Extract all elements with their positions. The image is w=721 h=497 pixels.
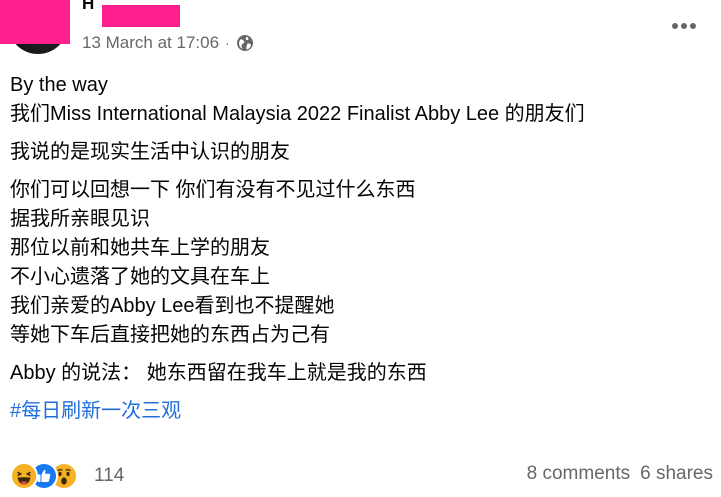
post-line-1: By the way <box>10 74 108 96</box>
meta-separator: · <box>225 35 230 51</box>
hashtag-link[interactable]: #每日刷新一次三观 <box>10 400 181 422</box>
redaction-block-avatar <box>0 0 70 44</box>
facebook-post: H 13 March at 17:06 · By the way 我们Miss … <box>0 0 721 497</box>
redaction-block-name <box>102 5 180 27</box>
post-timestamp[interactable]: 13 March at 17:06 <box>82 33 219 53</box>
post-line-10: Abby 的说法： 她东西留在我车上就是我的东西 <box>10 362 427 384</box>
post-line-9: 等她下车后直接把她的东西占为己有 <box>10 324 330 346</box>
post-line-2: 我们Miss International Malaysia 2022 Final… <box>10 103 585 125</box>
post-content: By the way 我们Miss International Malaysia… <box>10 71 710 426</box>
comments-count-link[interactable]: 8 comments <box>527 463 630 485</box>
reaction-summary[interactable]: 114 <box>10 461 124 491</box>
post-line-3: 我说的是现实生活中认识的朋友 <box>10 141 290 163</box>
engagement-stats: 8 comments 6 shares <box>527 463 713 485</box>
more-options-button[interactable] <box>664 8 704 44</box>
haha-icon <box>10 462 38 490</box>
post-line-6: 那位以前和她共车上学的朋友 <box>10 237 270 259</box>
post-line-4: 你们可以回想一下 你们有没有不见过什么东西 <box>10 179 416 201</box>
post-line-7: 不小心遗落了她的文具在车上 <box>10 266 270 288</box>
author-name[interactable]: H <box>82 0 94 14</box>
shares-count-link[interactable]: 6 shares <box>640 463 713 485</box>
post-line-8: 我们亲爱的Abby Lee看到也不提醒她 <box>10 295 335 317</box>
post-line-5: 据我所亲眼见识 <box>10 208 150 230</box>
reaction-count[interactable]: 114 <box>94 465 124 487</box>
globe-icon[interactable] <box>236 34 254 52</box>
hashtag-line: #每日刷新一次三观 <box>10 397 710 426</box>
post-meta: 13 March at 17:06 · <box>82 33 254 53</box>
more-options-icon <box>672 23 696 29</box>
